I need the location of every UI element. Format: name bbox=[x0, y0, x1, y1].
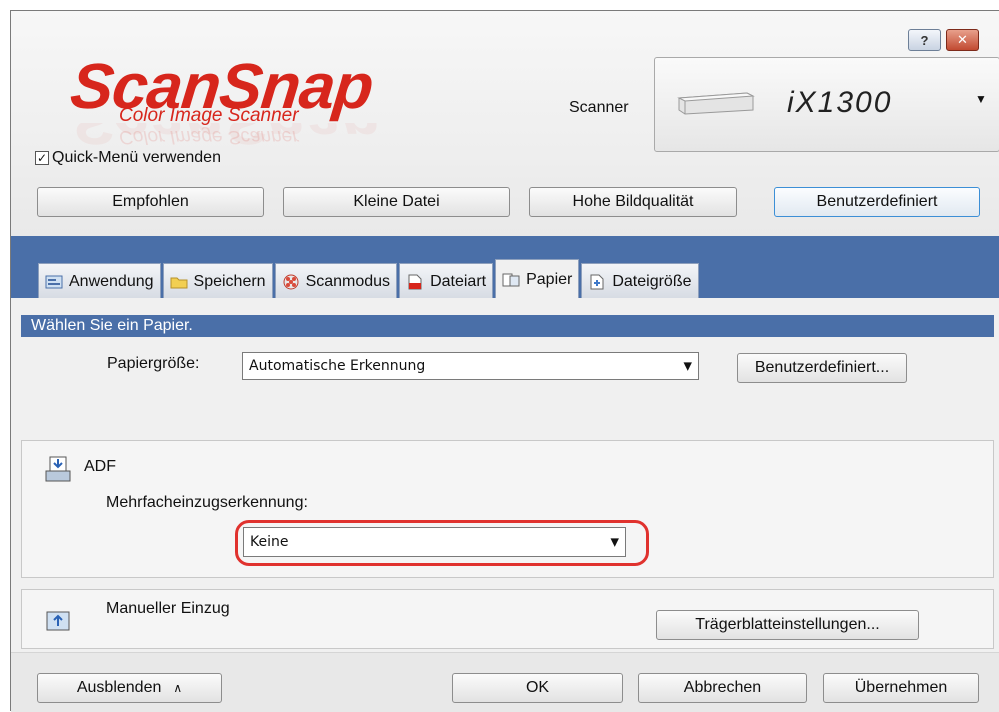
help-icon: ? bbox=[920, 32, 929, 48]
apply-button[interactable]: Übernehmen bbox=[823, 673, 979, 703]
tab-save[interactable]: Speichern bbox=[162, 263, 273, 299]
tab-scan-mode[interactable]: Scanmodus bbox=[274, 263, 398, 299]
scanner-select[interactable]: iX1300 ▼ bbox=[654, 57, 999, 152]
application-icon bbox=[45, 275, 63, 288]
profile-custom-label: Benutzerdefiniert bbox=[816, 193, 938, 210]
checkbox-icon: ✓ bbox=[35, 151, 49, 165]
carrier-sheet-settings-label: Trägerblatteinstellungen... bbox=[695, 616, 880, 633]
multifeed-highlight bbox=[235, 520, 649, 566]
custom-paper-size-button[interactable]: Benutzerdefiniert... bbox=[737, 353, 907, 383]
tab-save-label: Speichern bbox=[193, 272, 266, 290]
quick-menu-checkbox[interactable]: ✓ Quick-Menü verwenden bbox=[35, 149, 221, 167]
chevron-down-icon: ▼ bbox=[683, 359, 692, 373]
section-header: Wählen Sie ein Papier. bbox=[21, 315, 994, 337]
quick-menu-label: Quick-Menü verwenden bbox=[52, 149, 221, 166]
manual-feed-icon bbox=[46, 611, 70, 631]
tab-application-label: Anwendung bbox=[69, 272, 154, 290]
carrier-sheet-settings-button[interactable]: Trägerblatteinstellungen... bbox=[656, 610, 919, 640]
hide-label: Ausblenden bbox=[76, 679, 162, 696]
header-area: ? ✕ ScanSnap Color Image Scanner Color I… bbox=[11, 11, 999, 236]
apply-label: Übernehmen bbox=[854, 679, 948, 696]
profile-custom-button[interactable]: Benutzerdefiniert bbox=[774, 187, 980, 217]
folder-icon bbox=[170, 277, 188, 288]
manual-feed-panel: Manueller Einzug Trägerblatteinstellunge… bbox=[21, 589, 994, 649]
tab-file-type-label: Dateiart bbox=[430, 272, 487, 290]
scanner-label: Scanner bbox=[569, 99, 629, 116]
tab-paper[interactable]: Papier bbox=[495, 259, 580, 299]
tab-application[interactable]: Anwendung bbox=[38, 263, 161, 299]
tab-file-size[interactable]: Dateigröße bbox=[581, 263, 699, 299]
custom-paper-size-label: Benutzerdefiniert... bbox=[754, 359, 890, 376]
scan-mode-icon bbox=[283, 274, 299, 289]
paper-size-value: Automatische Erkennung bbox=[249, 358, 426, 374]
tab-scan-mode-label: Scanmodus bbox=[305, 272, 391, 290]
paper-settings-panel: Wählen Sie ein Papier. Papiergröße: Auto… bbox=[11, 298, 999, 652]
adf-scanner-icon bbox=[45, 456, 71, 482]
tab-paper-label: Papier bbox=[526, 270, 573, 288]
profile-small-file-label: Kleine Datei bbox=[353, 193, 440, 210]
cancel-label: Abbrechen bbox=[683, 679, 762, 696]
file-size-icon bbox=[590, 274, 604, 289]
ok-label: OK bbox=[525, 679, 550, 696]
help-button[interactable]: ? bbox=[908, 29, 941, 51]
scanner-model: iX1300 bbox=[787, 86, 893, 119]
profile-high-quality-button[interactable]: Hohe Bildqualität bbox=[529, 187, 737, 217]
profile-high-quality-label: Hohe Bildqualität bbox=[572, 193, 694, 210]
hide-button[interactable]: Ausblenden ∧ bbox=[37, 673, 222, 703]
settings-tabs: Anwendung Speichern Scanmodus Dateiart P… bbox=[38, 259, 701, 299]
multifeed-label: Mehrfacheinzugserkennung: bbox=[106, 494, 308, 511]
profile-small-file-button[interactable]: Kleine Datei bbox=[283, 187, 510, 217]
adf-title: ADF bbox=[84, 458, 116, 475]
file-type-icon bbox=[408, 274, 422, 289]
close-button[interactable]: ✕ bbox=[946, 29, 979, 51]
scanner-device-icon bbox=[677, 92, 755, 115]
ok-button[interactable]: OK bbox=[452, 673, 623, 703]
chevron-down-icon: ▼ bbox=[975, 92, 987, 106]
footer-bar: Ausblenden ∧ OK Abbrechen Übernehmen bbox=[11, 652, 999, 712]
tab-file-type[interactable]: Dateiart bbox=[399, 263, 494, 299]
paper-size-label: Papiergröße: bbox=[107, 355, 200, 372]
cancel-button[interactable]: Abbrechen bbox=[638, 673, 807, 703]
paper-icon bbox=[502, 273, 520, 286]
paper-size-select[interactable]: Automatische Erkennung ▼ bbox=[242, 352, 699, 380]
tab-file-size-label: Dateigröße bbox=[612, 272, 692, 290]
profile-recommended-label: Empfohlen bbox=[112, 193, 189, 210]
chevron-up-icon: ∧ bbox=[173, 681, 183, 695]
close-icon: ✕ bbox=[957, 32, 968, 47]
profile-recommended-button[interactable]: Empfohlen bbox=[37, 187, 264, 217]
manual-feed-title: Manueller Einzug bbox=[106, 600, 230, 617]
scansnap-settings-window: ? ✕ ScanSnap Color Image Scanner Color I… bbox=[10, 10, 999, 712]
